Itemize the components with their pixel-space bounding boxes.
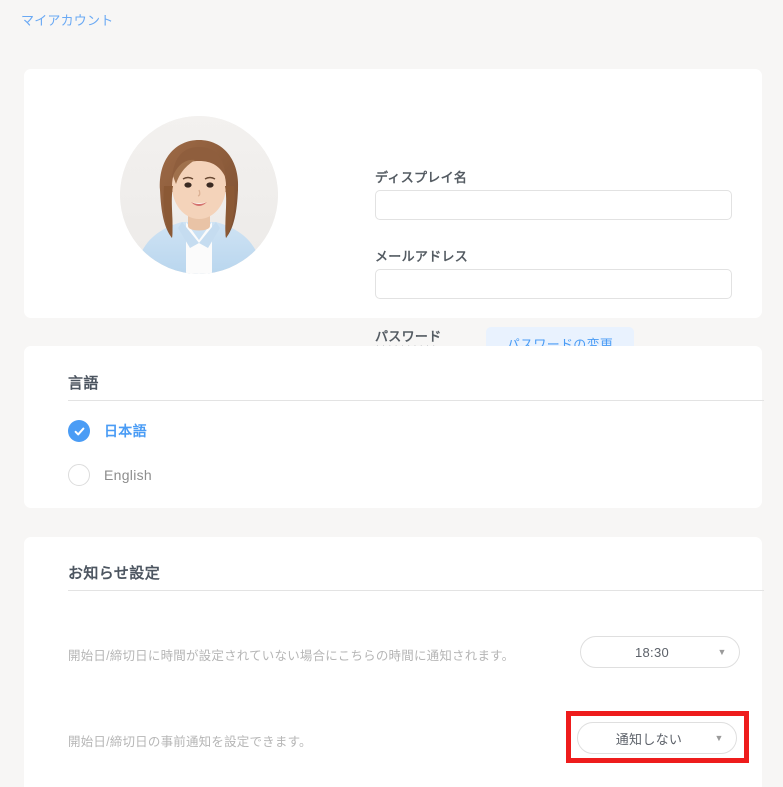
chevron-down-icon: ▼ bbox=[717, 646, 727, 657]
notification-section-title: お知らせ設定 bbox=[68, 565, 161, 582]
default-notify-time-value: 18:30 bbox=[634, 644, 670, 660]
avatar[interactable] bbox=[120, 116, 278, 274]
language-section-title: 言語 bbox=[68, 375, 99, 392]
red-highlight-annotation bbox=[566, 711, 749, 763]
language-option-japanese[interactable]: 日本語 bbox=[68, 420, 147, 442]
radio-unchecked-icon bbox=[68, 464, 90, 486]
language-option-english[interactable]: English bbox=[68, 464, 152, 486]
language-option-label: 日本語 bbox=[104, 423, 147, 439]
radio-checked-icon bbox=[68, 420, 90, 442]
email-input[interactable] bbox=[375, 269, 732, 299]
advance-notice-description: 開始日/締切日の事前通知を設定できます。 bbox=[68, 735, 312, 749]
default-time-description: 開始日/締切日に時間が設定されていない場合にこちらの時間に通知されます。 bbox=[68, 649, 515, 663]
notification-divider bbox=[68, 590, 764, 591]
display-name-input[interactable] bbox=[375, 190, 732, 220]
display-name-label: ディスプレイ名 bbox=[375, 170, 468, 185]
language-card: 言語 日本語 English bbox=[24, 346, 764, 508]
language-option-label: English bbox=[104, 467, 153, 483]
email-label: メールアドレス bbox=[375, 249, 469, 264]
my-account-page: マイアカウント ディスプレイ名 メールアドレス パスワード パスワードの変更 言… bbox=[0, 0, 783, 787]
language-divider bbox=[68, 400, 764, 401]
avatar-photo bbox=[120, 116, 278, 274]
profile-card: ディスプレイ名 メールアドレス パスワード ********** パスワードの変… bbox=[24, 69, 762, 359]
breadcrumb-my-account[interactable]: マイアカウント bbox=[21, 10, 113, 29]
default-notify-time-dropdown[interactable]: 18:30 ▼ bbox=[580, 636, 740, 668]
